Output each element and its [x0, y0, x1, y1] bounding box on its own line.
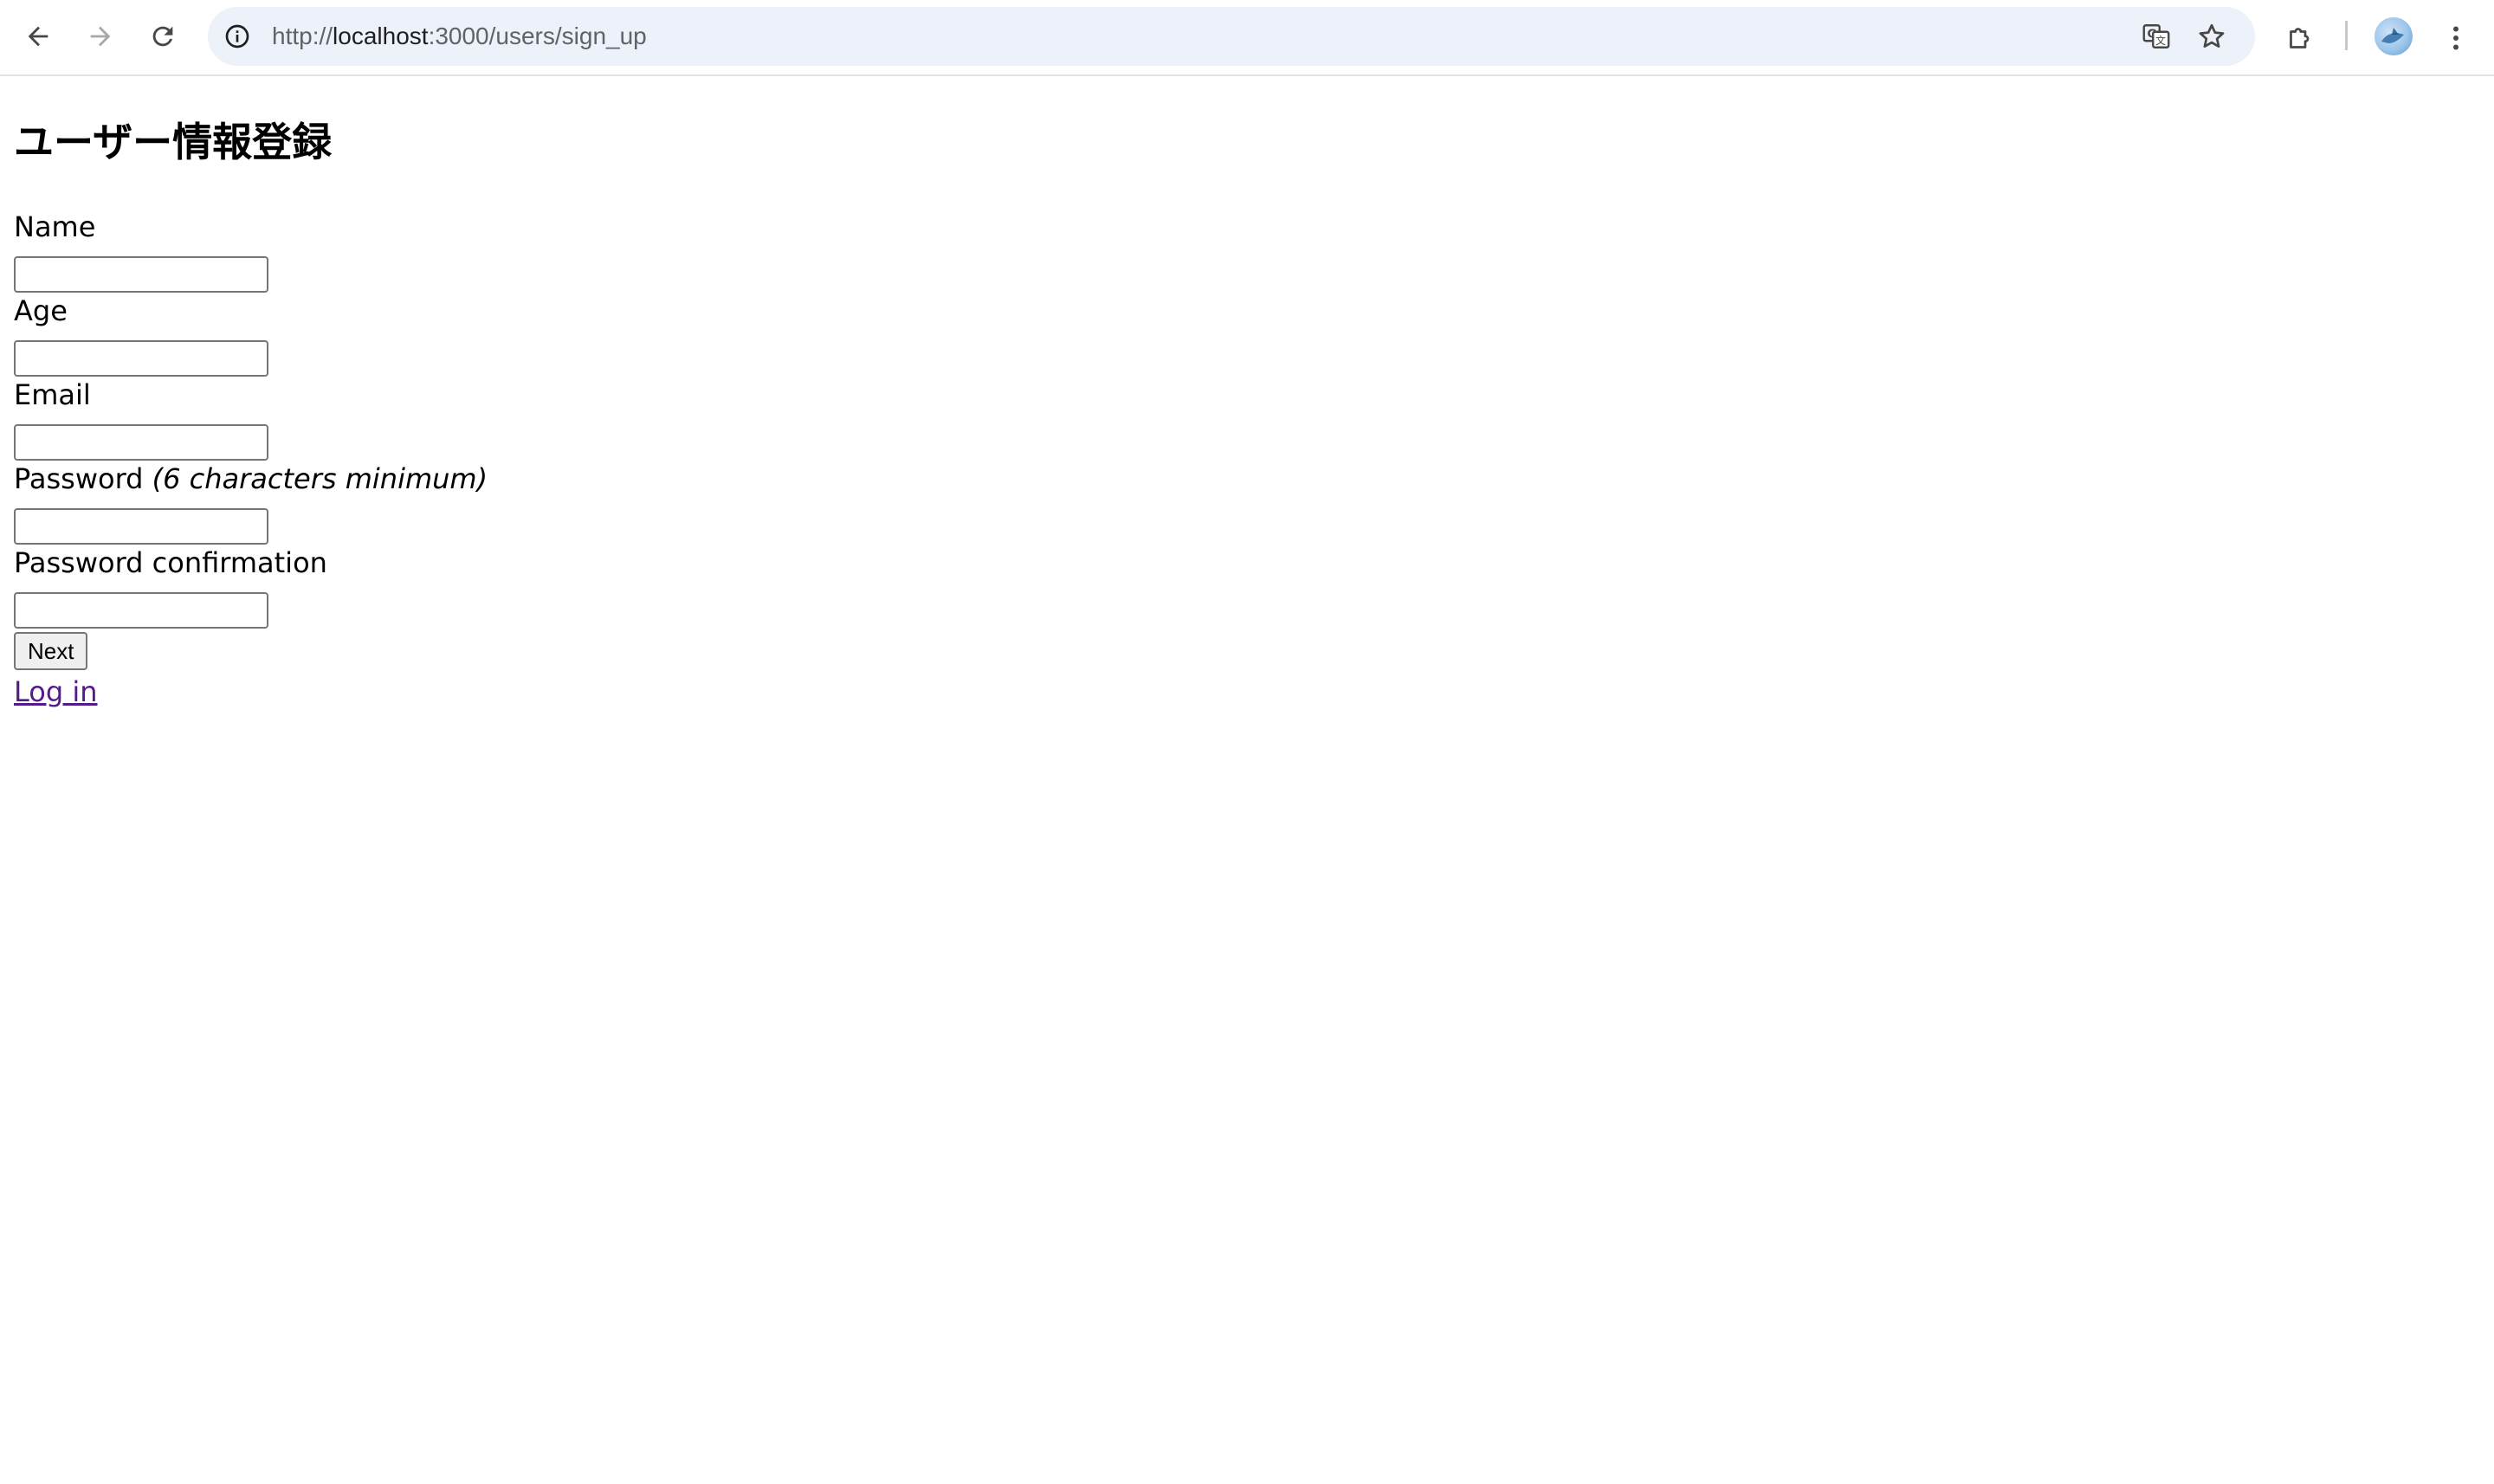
- arrow-right-icon: [90, 26, 111, 47]
- address-bar[interactable]: http://localhost:3000/users/sign_up G 文: [208, 7, 2255, 66]
- browser-menu-button[interactable]: [2433, 16, 2478, 61]
- name-label: Name: [14, 210, 96, 243]
- kebab-menu-icon: [2453, 26, 2458, 50]
- url-scheme: http://: [272, 23, 333, 49]
- star-icon: [2199, 23, 2225, 48]
- password-label: Password (6 characters minimum): [14, 461, 488, 496]
- next-button[interactable]: Next: [14, 632, 88, 670]
- translate-button[interactable]: G 文: [2137, 17, 2175, 55]
- puzzle-icon: [2290, 28, 2310, 48]
- site-info-button[interactable]: [216, 16, 258, 57]
- name-field[interactable]: [14, 256, 268, 293]
- password-confirmation-field[interactable]: [14, 592, 268, 629]
- extensions-button[interactable]: [2278, 16, 2323, 61]
- password-confirmation-label: Password confirmation: [14, 546, 327, 579]
- age-label: Age: [14, 294, 68, 327]
- login-link[interactable]: Log in: [14, 674, 98, 710]
- url-text[interactable]: http://localhost:3000/users/sign_up: [272, 7, 647, 66]
- url-host: localhost: [333, 23, 429, 49]
- forward-button[interactable]: [80, 16, 121, 57]
- translate-icon: G 文: [2142, 24, 2170, 48]
- toolbar-divider: [2345, 21, 2348, 50]
- back-button[interactable]: [17, 16, 59, 57]
- browser-toolbar: http://localhost:3000/users/sign_up G 文: [0, 0, 2494, 76]
- email-label: Email: [14, 378, 91, 411]
- svg-text:文: 文: [2155, 34, 2166, 47]
- info-icon: [225, 24, 249, 48]
- page-title: ユーザー情報登録: [14, 119, 333, 165]
- email-field[interactable]: [14, 424, 268, 461]
- avatar: [2381, 28, 2404, 43]
- page-content: ユーザー情報登録 Name Age Email Password (6 char…: [0, 78, 2494, 1484]
- reload-button[interactable]: [142, 16, 184, 57]
- arrow-left-icon: [28, 26, 48, 47]
- password-label-text: Password: [14, 462, 144, 495]
- reload-icon: [152, 26, 173, 47]
- age-field[interactable]: [14, 340, 268, 377]
- password-hint: (6 characters minimum): [152, 462, 488, 495]
- url-path: :3000/users/sign_up: [428, 23, 647, 49]
- bookmark-button[interactable]: [2193, 17, 2231, 55]
- password-field[interactable]: [14, 508, 268, 545]
- profile-avatar[interactable]: [2374, 17, 2413, 55]
